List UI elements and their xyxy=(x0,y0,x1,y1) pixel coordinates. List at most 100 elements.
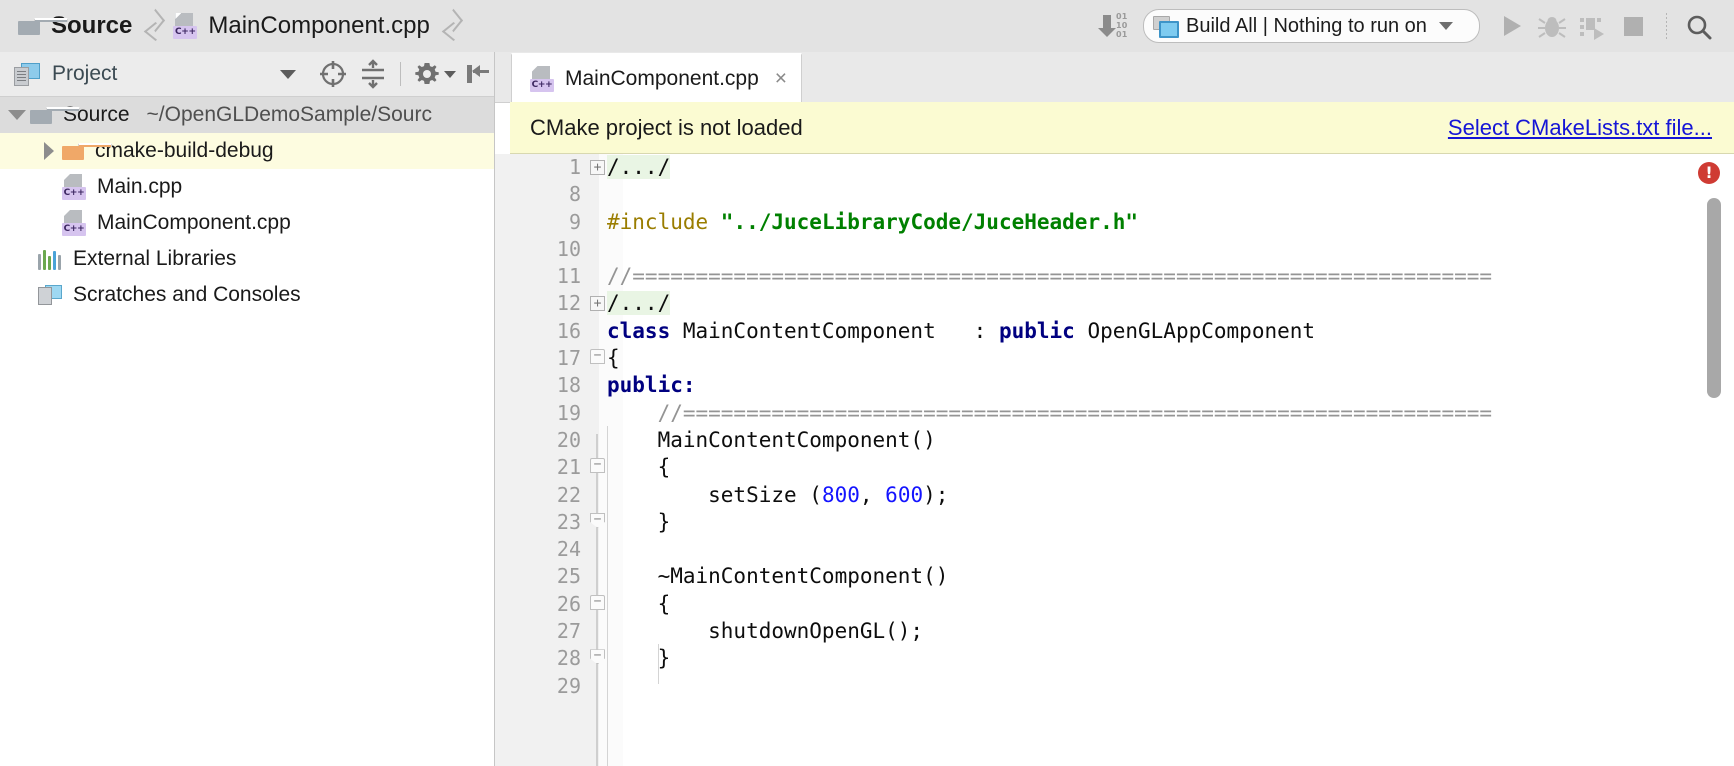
cpp-file-icon: C++ xyxy=(530,65,554,92)
folder-orange-icon xyxy=(62,142,112,160)
code-line[interactable]: 12 +/.../ xyxy=(495,290,1734,317)
settings-button[interactable] xyxy=(413,60,456,88)
fold-collapse-end-icon[interactable]: − xyxy=(590,649,605,665)
editor-tab-maincomponent-cpp[interactable]: C++ MainComponent.cpp × xyxy=(511,53,803,102)
code-line[interactable]: 17−{ xyxy=(495,345,1734,372)
run-with-coverage-button[interactable] xyxy=(1574,9,1612,43)
breadcrumb-item-source[interactable]: Source xyxy=(18,12,132,40)
tree-item-label: MainComponent.cpp xyxy=(97,211,291,234)
compile-icon[interactable]: 01 10 01 xyxy=(1098,11,1135,41)
code-text: { xyxy=(607,345,620,372)
libraries-icon xyxy=(38,248,62,270)
run-button[interactable] xyxy=(1492,9,1530,43)
code-text: /.../ xyxy=(607,154,671,181)
compile-digit: 01 xyxy=(1116,12,1128,21)
error-indicator-badge[interactable]: ! xyxy=(1698,162,1720,184)
code-line[interactable]: 16 class MainContentComponent : public Op… xyxy=(495,318,1734,345)
fold-collapse-icon[interactable]: − xyxy=(590,594,605,610)
code-token: , xyxy=(859,482,886,507)
line-number: 17 xyxy=(556,346,581,371)
run-configuration-label: Build All | Nothing to run on xyxy=(1186,14,1427,37)
code-line[interactable]: 22 setSize (800, 600); xyxy=(495,482,1734,509)
code-line[interactable]: 21− { xyxy=(495,454,1734,481)
code-line[interactable]: 11 //====================================… xyxy=(495,263,1734,290)
line-number: 19 xyxy=(556,400,581,425)
hide-panel-button[interactable] xyxy=(464,59,494,89)
chevron-down-icon[interactable] xyxy=(1438,22,1453,30)
breadcrumb-label: Source xyxy=(51,12,133,39)
code-line[interactable]: 23− } xyxy=(495,509,1734,536)
project-panel-header: Project xyxy=(0,52,494,97)
code-line[interactable]: 26− { xyxy=(495,591,1734,618)
collapse-all-icon xyxy=(362,59,384,89)
code-line[interactable]: 29 xyxy=(495,673,1734,700)
tree-item-label: External Libraries xyxy=(73,247,237,270)
tree-item-source[interactable]: Source ~/OpenGLDemoSample/Sourc xyxy=(0,97,494,133)
breadcrumb-item-file[interactable]: C++ MainComponent.cpp xyxy=(173,12,430,40)
debug-button[interactable] xyxy=(1533,9,1571,43)
fold-collapse-icon[interactable]: − xyxy=(590,349,605,365)
code-token: public: xyxy=(607,373,696,398)
stop-button[interactable] xyxy=(1615,9,1653,43)
fold-collapse-end-icon[interactable]: − xyxy=(590,512,605,528)
code-token: 800 xyxy=(821,482,860,507)
code-line[interactable]: 24 xyxy=(495,536,1734,563)
code-line[interactable]: 25 ~MainContentComponent() xyxy=(495,563,1734,590)
code-line[interactable]: 10 xyxy=(495,236,1734,263)
line-number: 9 xyxy=(568,209,581,234)
code-line[interactable]: 1 +/.../ xyxy=(495,154,1734,181)
scratches-icon xyxy=(38,284,62,306)
code-text: //======================================… xyxy=(607,263,1492,290)
code-line[interactable]: 19 //===================================… xyxy=(495,400,1734,427)
code-line[interactable]: 28− } xyxy=(495,645,1734,672)
code-token: //======================================… xyxy=(607,264,1493,289)
project-panel-title: Project xyxy=(52,62,118,85)
tree-item-external-libraries[interactable]: External Libraries xyxy=(0,241,494,277)
line-number: 28 xyxy=(556,646,581,671)
code-token: public xyxy=(998,318,1088,343)
search-everywhere-button[interactable] xyxy=(1679,9,1717,43)
code-text: shutdownOpenGL(); xyxy=(607,618,923,645)
scroll-from-source-button[interactable] xyxy=(316,57,350,91)
collapse-all-button[interactable] xyxy=(356,57,390,91)
code-line[interactable]: 18 public: xyxy=(495,372,1734,399)
code-line[interactable]: 8 xyxy=(495,181,1734,208)
tree-item-maincomponent-cpp[interactable]: C++ MainComponent.cpp xyxy=(0,205,494,241)
code-line[interactable]: 9 #include "../JuceLibraryCode/JuceHeader… xyxy=(495,209,1734,236)
editor-area: C++ MainComponent.cpp × CMake project is… xyxy=(495,52,1734,766)
chevron-right-icon xyxy=(144,10,166,42)
code-token: class xyxy=(607,318,683,343)
cpp-file-icon: C++ xyxy=(173,13,198,39)
line-number: 27 xyxy=(556,619,581,644)
code-token: MainContentComponent : xyxy=(682,318,999,343)
fold-collapse-icon[interactable]: − xyxy=(590,458,605,474)
close-icon[interactable]: × xyxy=(775,68,787,89)
chevron-down-icon[interactable] xyxy=(4,110,30,120)
code-token: } xyxy=(607,509,671,534)
run-configuration-selector[interactable]: Build All | Nothing to run on xyxy=(1143,9,1480,43)
line-number: 29 xyxy=(556,673,581,698)
code-line[interactable]: 27 shutdownOpenGL(); xyxy=(495,618,1734,645)
code-token: 600 xyxy=(885,482,924,507)
line-number: 11 xyxy=(556,264,581,289)
line-number: 23 xyxy=(556,509,581,534)
code-editor[interactable]: 1 +/.../8 9 #include "../JuceLibraryCode/Ju… xyxy=(495,154,1734,766)
tree-item-label: Scratches and Consoles xyxy=(73,283,301,306)
select-cmakelists-link[interactable]: Select CMakeLists.txt file... xyxy=(1448,115,1712,141)
code-line[interactable]: 20 MainContentComponent() xyxy=(495,427,1734,454)
tree-item-scratches-and-consoles[interactable]: Scratches and Consoles xyxy=(0,277,494,313)
chevron-down-icon[interactable] xyxy=(280,69,296,79)
fold-expand-icon[interactable]: + xyxy=(590,296,605,312)
editor-scrollbar-thumb[interactable] xyxy=(1707,198,1721,398)
tree-item-main-cpp[interactable]: C++ Main.cpp xyxy=(0,169,494,205)
code-token: #include xyxy=(607,209,721,234)
tree-item-cmake-build-debug[interactable]: cmake-build-debug xyxy=(0,133,494,169)
fold-expand-icon[interactable]: + xyxy=(590,160,605,175)
chevron-right-icon[interactable] xyxy=(36,142,62,160)
editor-tab-label: MainComponent.cpp xyxy=(565,66,759,90)
code-content[interactable]: 1 +/.../8 9 #include "../JuceLibraryCode/Ju… xyxy=(495,154,1734,700)
tree-item-label: Main.cpp xyxy=(97,175,183,198)
compile-digit: 01 xyxy=(1116,30,1128,39)
chevron-down-icon[interactable] xyxy=(444,70,456,78)
line-number: 25 xyxy=(556,564,581,589)
